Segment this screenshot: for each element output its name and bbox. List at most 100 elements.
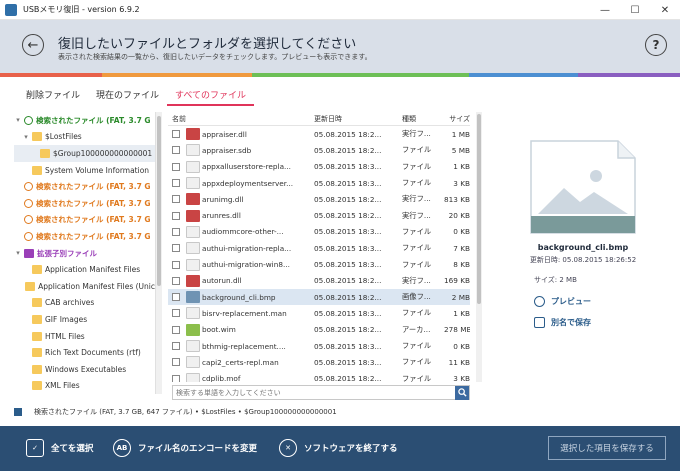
column-header-name[interactable]: 名前 [172,114,314,124]
drive-icon [24,182,33,192]
table-row[interactable]: bisrv-replacement.man 05.08.2015 18:3... フ… [168,305,470,321]
tree-item[interactable]: GIF Images [14,311,155,328]
tree-item[interactable]: $Group100000000000001 [14,145,155,162]
exit-software-button[interactable]: ✕ ソフトウェアを終了する [279,439,398,457]
tab-all-files[interactable]: すべてのファイル [167,84,255,106]
tree-item[interactable]: ▾ 検索されたファイル (FAT, 3.7 G [14,112,155,129]
tree-item[interactable]: 検索されたファイル (FAT, 3.7 G [14,212,155,229]
cell-size: 278 MB [444,325,470,335]
file-icon [186,356,200,369]
cell-type: ファイル [402,308,432,318]
tree-item[interactable]: CAB archives [14,295,155,312]
row-checkbox[interactable] [172,146,180,155]
file-list-scrollbar[interactable] [476,112,482,382]
row-checkbox[interactable] [172,211,180,220]
cell-type: ファイル [402,243,432,253]
expand-toggle-icon[interactable]: ▾ [14,116,22,124]
tree-item[interactable]: Application Manifest Files (Unic [14,278,155,295]
table-row[interactable]: capi2_certs-repl.man 05.08.2015 18:3... ファ… [168,354,470,370]
tree-item[interactable]: 検索されたファイル (FAT, 3.7 G [14,228,155,245]
row-checkbox[interactable] [172,293,180,302]
tree-item[interactable]: Application Manifest Files [14,261,155,278]
cell-name: authui-migration-repla... [202,243,292,253]
tree-item[interactable]: Windows Executables [14,361,155,378]
table-row[interactable]: cdplib.mof 05.08.2015 18:2... ファイル 3 KB [168,370,470,382]
table-row[interactable]: arunres.dll 05.08.2015 18:2... 実行フ... 20 KB [168,207,470,223]
table-row[interactable]: appxdeploymentserver... 05.08.2015 18:3..… [168,175,470,191]
table-row[interactable]: authui-migration-repla... 05.08.2015 18:3… [168,240,470,256]
row-checkbox[interactable] [172,162,180,171]
checkbox-icon: ✓ [26,439,44,457]
expand-toggle-icon[interactable]: ▾ [14,249,22,257]
table-row[interactable]: audiommcore-other-... 05.08.2015 18:3... フ… [168,224,470,240]
cell-date: 05.08.2015 18:3... [314,227,382,237]
file-list-scrollbar-thumb[interactable] [477,114,481,304]
cell-size: 8 KB [453,260,470,270]
tree-item[interactable]: System Volume Information [14,162,155,179]
save-as-button[interactable]: 別名で保存 [534,317,591,328]
image-preview-icon [530,140,636,234]
save-selected-button[interactable]: 選択した項目を保存する [548,436,666,460]
search-input[interactable] [173,388,455,397]
row-checkbox[interactable] [172,244,180,253]
tree-item[interactable]: XML Files [14,378,155,395]
tree-item[interactable]: Rich Text Documents (rtf) [14,344,155,361]
back-button[interactable]: ← [22,34,44,56]
tree-item[interactable]: ▾ $LostFiles [14,129,155,146]
table-row[interactable]: background_cli.bmp 05.08.2015 18:2... 画像フ.… [168,288,470,306]
row-checkbox[interactable] [172,342,180,350]
tab-deleted-files[interactable]: 削除ファイル [18,84,88,106]
select-all-button[interactable]: ✓ 全てを選択 [26,439,93,457]
table-row[interactable]: boot.wim 05.08.2015 18:2... アーカ... 278 MB [168,322,470,338]
expand-toggle-icon[interactable]: ▾ [22,133,30,141]
tree-scrollbar[interactable] [156,112,162,394]
maximize-button[interactable]: ☐ [620,0,650,20]
column-header-type[interactable]: 種類 [402,114,444,124]
tree-item[interactable]: HTML Files [14,328,155,345]
cell-date: 05.08.2015 18:3... [314,178,382,188]
tab-bar: 削除ファイル 現在のファイル すべてのファイル [18,84,255,106]
row-checkbox[interactable] [172,276,180,285]
cell-date: 05.08.2015 18:3... [314,341,382,351]
table-row[interactable]: appxalluserstore-repla... 05.08.2015 18:3… [168,159,470,175]
change-encoding-button[interactable]: AB ファイル名のエンコードを変更 [113,439,257,457]
table-row[interactable]: authui-migration-win8... 05.08.2015 18:3.… [168,256,470,272]
row-checkbox[interactable] [172,309,180,318]
search-button[interactable] [455,385,469,400]
tree-item[interactable]: 検索されたファイル (FAT, 3.7 G [14,195,155,212]
close-button[interactable]: ✕ [650,0,680,20]
minimize-button[interactable]: — [590,0,620,20]
preview-button-label: プレビュー [551,297,591,306]
row-checkbox[interactable] [172,260,180,269]
table-row[interactable]: appraiser.dll 05.08.2015 18:2... 実行フ... 1 M… [168,126,470,142]
file-rows: appraiser.dll 05.08.2015 18:2... 実行フ... 1 M… [168,126,470,382]
collapse-panel-icon[interactable] [14,408,22,416]
row-checkbox[interactable] [172,374,180,382]
row-checkbox[interactable] [172,325,180,334]
table-row[interactable]: arunimg.dll 05.08.2015 18:2... 実行フ... 813 K… [168,191,470,207]
row-checkbox[interactable] [172,179,180,188]
tree-item[interactable]: ▾ 拡張子別ファイル [14,245,155,262]
row-checkbox[interactable] [172,130,180,139]
tab-current-files[interactable]: 現在のファイル [88,84,167,106]
preview-button[interactable]: プレビュー [534,296,591,307]
row-checkbox[interactable] [172,195,180,204]
tree-item-label: HTML Files [45,331,85,341]
footer-bar: ✓ 全てを選択 AB ファイル名のエンコードを変更 ✕ ソフトウェアを終了する … [0,426,680,471]
tree-item-label: 検索されたファイル (FAT, 3.7 G [36,215,151,225]
preview-panel: background_cli.bmp 更新日時: 05.08.2015 18:2… [492,112,674,412]
file-icon [186,144,200,157]
table-row[interactable]: appraiser.sdb 05.08.2015 18:2... ファイル 5 MB [168,142,470,158]
help-button[interactable]: ? [645,34,667,56]
table-row[interactable]: autorun.dll 05.08.2015 18:2... 実行フ... 169 K… [168,273,470,289]
tree-scrollbar-thumb[interactable] [157,116,161,286]
page-title: 復旧したいファイルとフォルダを選択してください [58,37,357,52]
table-row[interactable]: bthmig-replacement.... 05.08.2015 18:3...… [168,338,470,354]
column-header-date[interactable]: 更新日時 [314,114,402,124]
tree-item[interactable]: 検索されたファイル (FAT, 3.7 G [14,178,155,195]
cell-size: 1 MB [451,129,470,139]
row-checkbox[interactable] [172,227,180,236]
column-header-size[interactable]: サイズ [444,114,470,124]
cell-type: 実行フ... [402,210,431,220]
row-checkbox[interactable] [172,358,180,367]
